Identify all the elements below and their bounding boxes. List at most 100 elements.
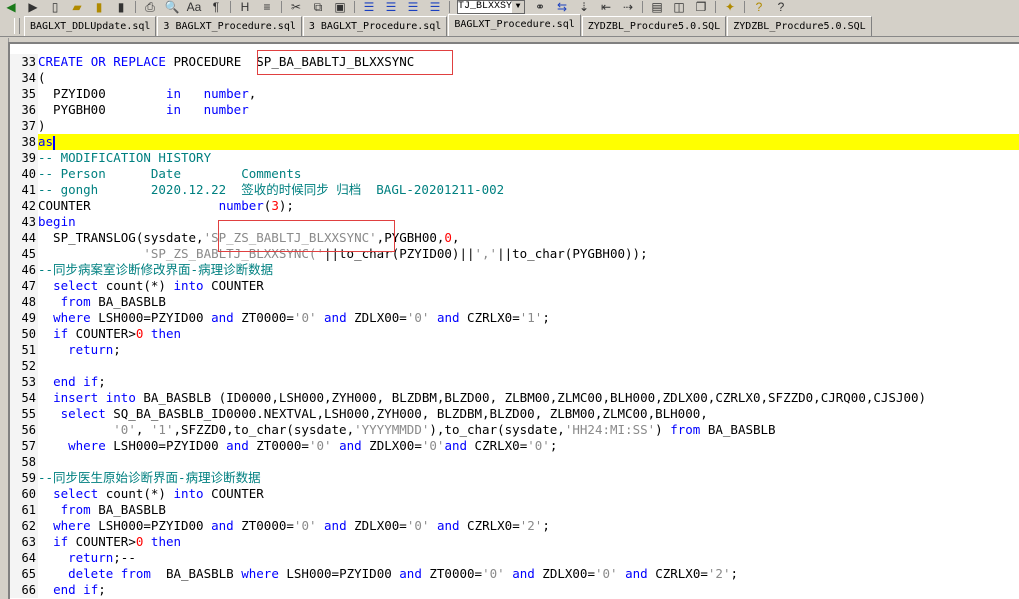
- context-help-icon[interactable]: ?: [770, 0, 792, 14]
- code-line[interactable]: 42 COUNTER number(3);: [10, 198, 1019, 214]
- code-line[interactable]: 47 select count(*) into COUNTER: [10, 278, 1019, 294]
- format-icon[interactable]: ¶: [205, 0, 227, 14]
- code-line[interactable]: 54 insert into BA_BASBLB (ID0000,LSH000,…: [10, 390, 1019, 406]
- code-line[interactable]: 40 -- Person Date Comments: [10, 166, 1019, 182]
- code-line[interactable]: 36 PYGBH00 in number: [10, 102, 1019, 118]
- line-number: 55: [10, 406, 38, 422]
- code-line[interactable]: 41 -- gongh 2020.12.22 签收的时候同步 归档 BAGL-20…: [10, 182, 1019, 198]
- justify-icon[interactable]: ☰: [424, 0, 446, 14]
- align-left-icon[interactable]: ☰: [358, 0, 380, 14]
- help-icon[interactable]: ?: [748, 0, 770, 14]
- tab-2[interactable]: 3 BAGLXT_Procedure.sql: [302, 16, 448, 36]
- code-line[interactable]: 45 'SP_ZS_BABLTJ_BLXXSYNC('||to_char(PZY…: [10, 246, 1019, 262]
- code-text: CZRLX0=: [459, 310, 520, 325]
- paste-icon[interactable]: ▣: [329, 0, 351, 14]
- pane-1-icon[interactable]: ▤: [646, 0, 668, 14]
- code-text: ,SFZZD0,to_char(sysdate,: [173, 422, 355, 437]
- line-code: insert into BA_BASBLB (ID0000,LSH000,ZYH…: [38, 390, 926, 406]
- keyword: from: [670, 422, 701, 437]
- code-line[interactable]: 55 select SQ_BA_BASBLB_ID0000.NEXTVAL,LS…: [10, 406, 1019, 422]
- find-replace-icon[interactable]: ⇆: [551, 0, 573, 14]
- open-folder-icon[interactable]: ▰: [66, 0, 88, 14]
- replace-icon[interactable]: ⇢: [617, 0, 639, 14]
- code-text: PZYID00: [38, 86, 166, 101]
- string-literal: '0': [308, 438, 332, 453]
- indent-icon[interactable]: ⇤: [595, 0, 617, 14]
- code-lines[interactable]: 33 CREATE OR REPLACE PROCEDURE SP_BA_BABL…: [10, 54, 1019, 598]
- code-line[interactable]: 58: [10, 454, 1019, 470]
- code-line[interactable]: 63 if COUNTER>0 then: [10, 534, 1019, 550]
- outline-icon[interactable]: ≡: [256, 0, 278, 14]
- code-line[interactable]: 37): [10, 118, 1019, 134]
- line-number: 38: [10, 134, 38, 150]
- code-editor[interactable]: 33 CREATE OR REPLACE PROCEDURE SP_BA_BABL…: [8, 42, 1019, 599]
- line-number: 62: [10, 518, 38, 534]
- code-line[interactable]: 66 end if;: [10, 582, 1019, 598]
- tab-5[interactable]: ZYDZBL_Procdure5.0.SQL: [727, 16, 872, 36]
- code-line[interactable]: 51 return;: [10, 342, 1019, 358]
- string-literal: '0': [293, 518, 317, 533]
- code-line[interactable]: 62 where LSH000=PZYID00 and ZT0000='0' a…: [10, 518, 1019, 534]
- goto-icon[interactable]: ⇣: [573, 0, 595, 14]
- forward-arrow-icon[interactable]: ▶: [22, 0, 44, 14]
- code-text: ZDLX00=: [346, 518, 407, 533]
- font-icon[interactable]: Aa: [183, 0, 205, 14]
- binoculars-icon[interactable]: ⚭: [529, 0, 551, 14]
- pane-2-icon[interactable]: ◫: [668, 0, 690, 14]
- window-icon[interactable]: ❐: [690, 0, 712, 14]
- bookmark-icon[interactable]: H: [234, 0, 256, 14]
- code-line[interactable]: 33 CREATE OR REPLACE PROCEDURE SP_BA_BABL…: [10, 54, 1019, 70]
- code-line[interactable]: 53 end if;: [10, 374, 1019, 390]
- code-line[interactable]: 48 from BA_BASBLB: [10, 294, 1019, 310]
- line-number: 34: [10, 70, 38, 86]
- code-line[interactable]: 49 where LSH000=PZYID00 and ZT0000='0' a…: [10, 310, 1019, 326]
- code-line[interactable]: 46 --同步病案室诊断修改界面-病理诊断数据: [10, 262, 1019, 278]
- tab-3[interactable]: BAGLXT_Procedure.sql: [448, 14, 581, 36]
- keyword: insert into: [53, 390, 136, 405]
- code-text: ;: [542, 310, 550, 325]
- chevron-down-icon[interactable]: ▼: [512, 1, 524, 13]
- code-line[interactable]: 61 from BA_BASBLB: [10, 502, 1019, 518]
- line-code: if COUNTER>0 then: [38, 326, 181, 342]
- code-line[interactable]: 52: [10, 358, 1019, 374]
- code-line[interactable]: 50 if COUNTER>0 then: [10, 326, 1019, 342]
- code-line[interactable]: 39 -- MODIFICATION HISTORY: [10, 150, 1019, 166]
- code-line[interactable]: 59 --同步医生原始诊断界面-病理诊断数据: [10, 470, 1019, 486]
- line-code: --同步病案室诊断修改界面-病理诊断数据: [38, 262, 273, 278]
- object-combo[interactable]: TJ_BLXXSYNC▼: [457, 0, 525, 14]
- tab-bar-grip[interactable]: [14, 18, 20, 34]
- align-center-icon[interactable]: ☰: [380, 0, 402, 14]
- code-line[interactable]: 65 delete from BA_BASBLB where LSH000=PZ…: [10, 566, 1019, 582]
- line-number: 50: [10, 326, 38, 342]
- keyword: if: [53, 326, 69, 341]
- line-code: 'SP_ZS_BABLTJ_BLXXSYNC('||to_char(PZYID0…: [38, 246, 647, 262]
- copy-icon[interactable]: ⧉: [307, 0, 329, 14]
- tab-1[interactable]: 3 BAGLXT_Procedure.sql: [157, 16, 302, 36]
- code-line[interactable]: 60 select count(*) into COUNTER: [10, 486, 1019, 502]
- back-arrow-icon[interactable]: ◀: [0, 0, 22, 14]
- code-line[interactable]: 64 return;--: [10, 550, 1019, 566]
- keyword: and: [339, 438, 362, 453]
- code-line[interactable]: 43 begin: [10, 214, 1019, 230]
- code-line[interactable]: 57 where LSH000=PZYID00 and ZT0000='0' a…: [10, 438, 1019, 454]
- debug-icon[interactable]: ✦: [719, 0, 741, 14]
- keyword: and: [436, 310, 460, 325]
- code-line[interactable]: 56 '0', '1',SFZZD0,to_char(sysdate,'YYYY…: [10, 422, 1019, 438]
- code-line[interactable]: 44 SP_TRANSLOG(sysdate,'SP_ZS_BABLTJ_BLX…: [10, 230, 1019, 246]
- code-line[interactable]: 35 PZYID00 in number,: [10, 86, 1019, 102]
- tab-4[interactable]: ZYDZBL_Procdure5.0.SQL: [581, 16, 727, 36]
- save-all-icon[interactable]: ▮: [110, 0, 132, 14]
- code-line[interactable]: 34(: [10, 70, 1019, 86]
- print-preview-icon[interactable]: 🔍: [161, 0, 183, 14]
- tab-0[interactable]: BAGLXT_DDLUpdate.sql: [24, 16, 157, 36]
- code-line[interactable]: 38 as: [10, 134, 1019, 150]
- toolbar-separator: [744, 1, 745, 13]
- print-icon[interactable]: ⎙: [139, 0, 161, 14]
- new-file-icon[interactable]: ▯: [44, 0, 66, 14]
- cut-icon[interactable]: ✂: [285, 0, 307, 14]
- toolbar-separator: [354, 1, 355, 13]
- align-right-icon[interactable]: ☰: [402, 0, 424, 14]
- save-disk-icon[interactable]: ▮: [88, 0, 110, 14]
